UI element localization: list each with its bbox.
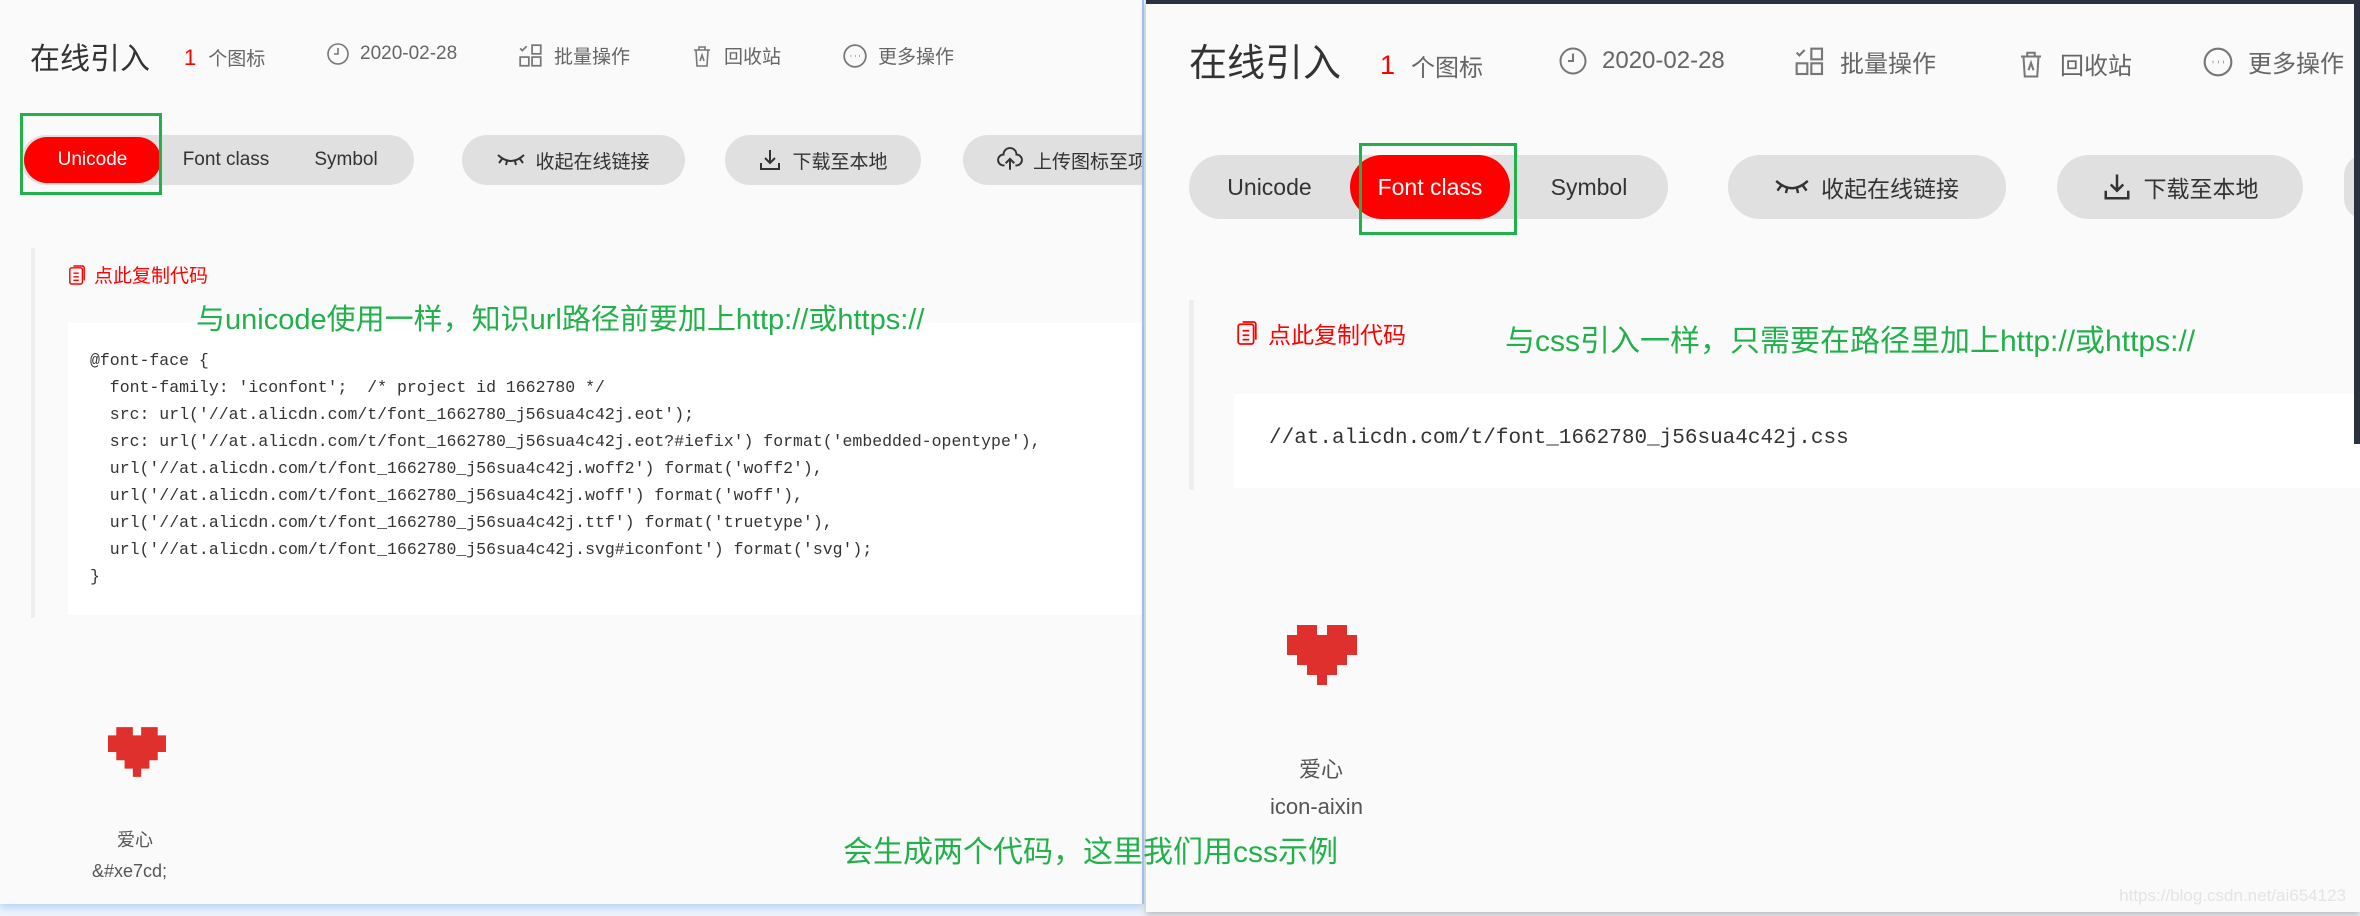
code-line: url('//at.alicdn.com/t/font_1662780_j56s…	[90, 486, 803, 505]
date-text: 2020-02-28	[1602, 47, 1725, 74]
batch-label: 批量操作	[1840, 51, 1936, 78]
collapse-link-button[interactable]: 收起在线链接	[1728, 155, 2006, 219]
page-title: 在线引入	[30, 43, 150, 76]
collapse-link-label: 收起在线链接	[1821, 176, 1959, 202]
copy-code-button[interactable]: 点此复制代码	[68, 261, 208, 288]
icon-name: 爱心	[117, 830, 153, 850]
tab-symbol[interactable]: Symbol	[1510, 155, 1668, 219]
batch-label: 批量操作	[554, 47, 631, 68]
download-button[interactable]: 下载至本地	[725, 135, 921, 185]
watermark: https://blog.csdn.net/ai654123	[2119, 886, 2346, 905]
tab-font-class[interactable]: Font class	[161, 135, 291, 185]
batch-icon	[1794, 46, 1826, 78]
code-line: src: url('//at.alicdn.com/t/font_1662780…	[90, 405, 694, 424]
code-line: url('//at.alicdn.com/t/font_1662780_j56s…	[90, 459, 823, 478]
upload-cloud-icon	[997, 147, 1023, 173]
upload-button[interactable]	[2344, 155, 2360, 219]
icon-unicode: &#xe7cd;	[92, 861, 168, 881]
icon-name: 爱心	[1299, 757, 1344, 782]
trash-icon	[690, 44, 714, 68]
code-line: @font-face {	[90, 351, 209, 370]
upload-button[interactable]: 上传图标至项	[963, 135, 1144, 185]
eye-closed-icon	[1775, 177, 1809, 197]
heart-icon[interactable]	[1287, 624, 1357, 686]
icon-class: icon-aixin	[1270, 794, 1363, 819]
code-block[interactable]: //at.alicdn.com/t/font_1662780_j56sua4c4…	[1234, 394, 2360, 488]
more-icon	[2202, 46, 2234, 78]
unicode-panel: 在线引入 1 个图标 2020-02-28 批量操作 回收站 更多操作 Unic…	[0, 0, 1144, 904]
batch-icon	[518, 43, 544, 69]
icon-count-value: 1	[184, 44, 197, 70]
highlight-box	[20, 113, 162, 195]
upload-label: 上传图标至项	[1033, 151, 1144, 173]
date: 2020-02-28	[326, 42, 457, 66]
eye-closed-icon	[497, 152, 525, 168]
date-text: 2020-02-28	[360, 43, 458, 64]
font-class-panel: 在线引入 1 个图标 2020-02-28 批量操作 回收站 更多操作 Unic…	[1146, 0, 2360, 912]
more-operations-button[interactable]: 更多操作	[842, 42, 954, 69]
annotation-css: 与css引入一样，只需要在路径里加上http://或https://	[1505, 325, 2196, 358]
date: 2020-02-28	[1558, 46, 1725, 76]
copy-code-button[interactable]: 点此复制代码	[1236, 316, 1406, 350]
heart-icon[interactable]	[108, 727, 166, 777]
icon-count: 1 个图标	[184, 44, 265, 71]
code-line: url('//at.alicdn.com/t/font_1662780_j56s…	[90, 540, 873, 559]
code-line: url('//at.alicdn.com/t/font_1662780_j56s…	[90, 513, 833, 532]
download-icon	[758, 148, 782, 172]
download-icon	[2102, 172, 2132, 202]
icon-count-label: 个图标	[208, 49, 266, 70]
trash-icon	[2016, 49, 2046, 79]
annotation-bottom: 会生成两个代码，这里我们用css示例	[843, 836, 1338, 869]
recycle-label: 回收站	[2060, 53, 2132, 80]
more-operations-button[interactable]: 更多操作	[2202, 44, 2344, 79]
download-button[interactable]: 下载至本地	[2057, 155, 2303, 219]
more-icon	[842, 43, 868, 69]
more-label: 更多操作	[2248, 51, 2344, 78]
code-line: font-family: 'iconfont'; /* project id 1…	[90, 378, 605, 397]
copy-code-label: 点此复制代码	[94, 266, 209, 287]
collapse-link-button[interactable]: 收起在线链接	[462, 135, 685, 185]
page-title: 在线引入	[1189, 43, 1342, 85]
code-line: src: url('//at.alicdn.com/t/font_1662780…	[90, 432, 1041, 451]
copy-icon	[1236, 319, 1258, 347]
tab-symbol[interactable]: Symbol	[291, 135, 401, 185]
collapse-link-label: 收起在线链接	[535, 151, 650, 173]
icon-count: 1 个图标	[1380, 48, 1483, 83]
batch-operation-button[interactable]: 批量操作	[518, 42, 630, 69]
copy-code-label: 点此复制代码	[1268, 322, 1406, 348]
download-label: 下载至本地	[2143, 176, 2259, 202]
clock-icon	[1558, 46, 1588, 76]
icon-count-label: 个图标	[1411, 55, 1484, 82]
recycle-bin-button[interactable]: 回收站	[2016, 46, 2132, 81]
batch-operation-button[interactable]: 批量操作	[1794, 44, 1936, 79]
tab-unicode[interactable]: Unicode	[1189, 155, 1350, 219]
recycle-label: 回收站	[724, 47, 782, 68]
copy-icon	[68, 263, 86, 287]
clock-icon	[326, 42, 350, 66]
highlight-box	[1359, 143, 1517, 235]
code-line: }	[90, 567, 100, 586]
annotation-unicode: 与unicode使用一样，知识url路径前要加上http://或https://	[196, 304, 925, 336]
recycle-bin-button[interactable]: 回收站	[690, 42, 781, 69]
code-block[interactable]: @font-face { font-family: 'iconfont'; /*…	[68, 323, 1142, 615]
more-label: 更多操作	[878, 47, 955, 68]
icon-count-value: 1	[1380, 50, 1396, 80]
download-label: 下载至本地	[792, 151, 888, 173]
